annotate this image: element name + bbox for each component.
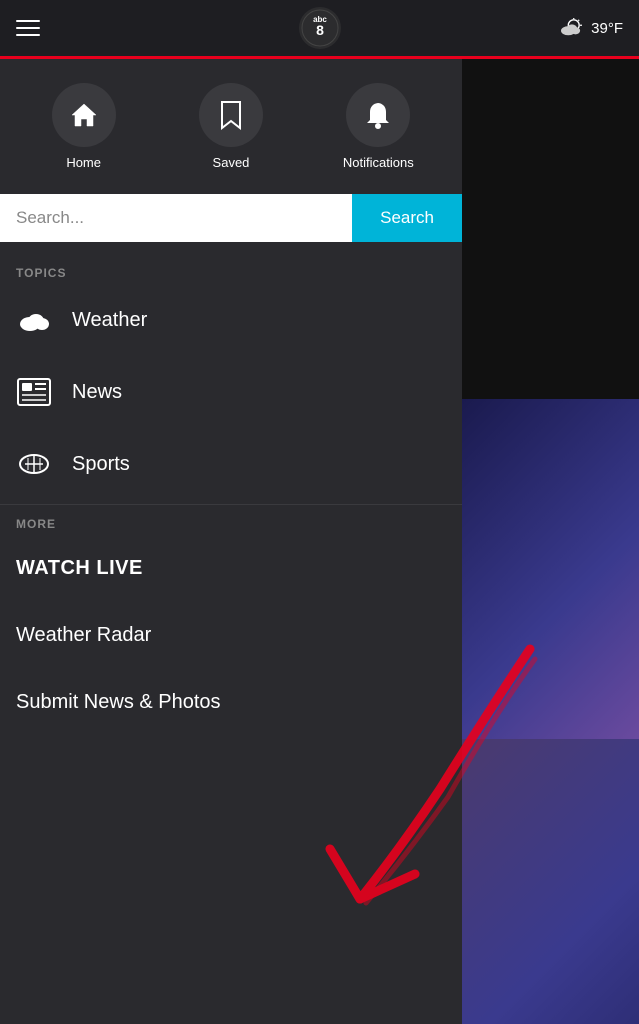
football-icon bbox=[16, 446, 52, 482]
news-label: News bbox=[72, 381, 122, 404]
bg-block-middle bbox=[462, 399, 639, 739]
cloud-icon bbox=[16, 302, 52, 338]
weather-menu-icon bbox=[16, 308, 52, 332]
main-area: Home Saved Notifications bbox=[0, 59, 639, 1024]
top-bar: abc 8 39°F bbox=[0, 0, 639, 56]
saved-label: Saved bbox=[213, 155, 250, 170]
home-label: Home bbox=[66, 155, 101, 170]
search-bar: Search bbox=[0, 194, 462, 242]
watch-live-label: WATCH LIVE bbox=[16, 557, 446, 580]
menu-item-weather[interactable]: Weather bbox=[0, 284, 462, 356]
bookmark-icon bbox=[219, 100, 243, 130]
home-icon bbox=[70, 101, 98, 129]
svg-text:8: 8 bbox=[316, 22, 324, 38]
saved-icon-circle bbox=[199, 83, 263, 147]
notifications-icon-circle bbox=[346, 83, 410, 147]
menu-item-watch-live[interactable]: WATCH LIVE bbox=[0, 535, 462, 602]
sidebar-item-saved[interactable]: Saved bbox=[163, 83, 298, 170]
news-icon bbox=[16, 374, 52, 410]
bell-icon bbox=[365, 100, 391, 130]
news-menu-icon bbox=[17, 378, 51, 406]
right-content-panel bbox=[462, 59, 639, 1024]
sports-label: Sports bbox=[72, 453, 130, 476]
submit-news-label: Submit News & Photos bbox=[16, 691, 446, 714]
more-section-label: MORE bbox=[0, 509, 462, 535]
weather-widget: 39°F bbox=[557, 18, 623, 38]
menu-item-news[interactable]: News bbox=[0, 356, 462, 428]
sidebar-item-notifications[interactable]: Notifications bbox=[311, 83, 446, 170]
topics-section-label: TOPICS bbox=[0, 258, 462, 284]
nav-icons-row: Home Saved Notifications bbox=[0, 59, 462, 186]
temperature-display: 39°F bbox=[591, 20, 623, 37]
home-icon-circle bbox=[52, 83, 116, 147]
weather-radar-label: Weather Radar bbox=[16, 624, 446, 647]
section-divider bbox=[0, 504, 462, 505]
weather-label: Weather bbox=[72, 309, 147, 332]
search-input[interactable] bbox=[0, 194, 352, 242]
logo-svg: abc 8 bbox=[301, 9, 339, 47]
bg-block-bottom bbox=[462, 739, 639, 1024]
weather-icon bbox=[557, 18, 585, 38]
app-logo: abc 8 bbox=[299, 7, 341, 49]
sidebar: Home Saved Notifications bbox=[0, 59, 462, 1024]
menu-item-submit-news[interactable]: Submit News & Photos bbox=[0, 669, 462, 736]
bg-block-top bbox=[462, 59, 639, 399]
sidebar-item-home[interactable]: Home bbox=[16, 83, 151, 170]
menu-item-sports[interactable]: Sports bbox=[0, 428, 462, 500]
hamburger-menu[interactable] bbox=[16, 20, 40, 36]
notifications-label: Notifications bbox=[343, 155, 414, 170]
menu-item-weather-radar[interactable]: Weather Radar bbox=[0, 602, 462, 669]
search-button[interactable]: Search bbox=[352, 194, 462, 242]
sports-menu-icon bbox=[18, 453, 50, 475]
